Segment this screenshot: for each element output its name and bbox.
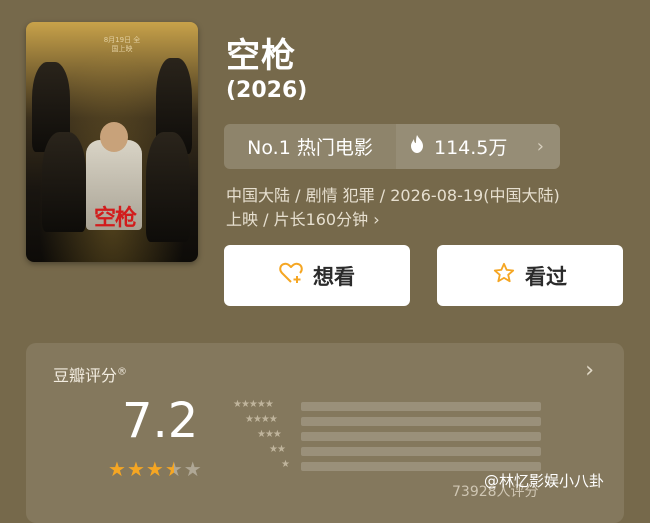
distribution-bar (301, 402, 541, 411)
rating-title-text: 豆瓣评分 (53, 366, 118, 385)
distribution-stars: ★★★★ (245, 414, 278, 425)
douban-rating-panel[interactable]: 豆瓣评分® › 7.2 ★ ★ ★ ★ ★ ★★★★★ ★★★★ ★★★ ★★ ★ 73928人… (26, 343, 624, 523)
star-icon: ★ (164, 457, 183, 481)
meta-line: 中国大陆 / 剧情 犯罪 / 2026-08-19(中国大陆) (226, 186, 560, 205)
star-outline-icon (493, 262, 515, 289)
movie-title: 空枪 (226, 36, 296, 76)
distribution-bar (301, 432, 541, 441)
rank-label: No.1 热门电影 (247, 137, 373, 159)
watched-button[interactable]: 看过 (437, 245, 623, 306)
chevron-right-icon: › (536, 136, 544, 157)
poster-figure (146, 132, 190, 242)
star-icon: ★ (145, 457, 164, 481)
star-icon: ★ (126, 457, 145, 481)
want-label: 想看 (313, 264, 355, 289)
distribution-stars: ★★★★★ (233, 399, 274, 410)
chevron-right-icon: › (373, 210, 380, 229)
distribution-stars: ★★ (269, 444, 286, 455)
rating-stars: ★ ★ ★ ★ ★ (108, 459, 202, 479)
star-icon: ★ (108, 457, 126, 481)
watermark: @林忆影娱小八卦 (484, 472, 605, 490)
star-icon: ★ (183, 457, 202, 481)
poster-figure (42, 132, 86, 232)
ranking-bar[interactable]: No.1 热门电影 114.5万 › (224, 124, 560, 169)
heat-section[interactable]: 114.5万 › (396, 124, 560, 169)
distribution-bar (301, 417, 541, 426)
poster-title: 空枪 (93, 205, 137, 231)
flame-icon (410, 135, 424, 158)
heart-plus-icon (279, 262, 303, 289)
meta-line-text: 上映 / 片长160分钟 (226, 210, 369, 229)
seen-label: 看过 (525, 264, 567, 289)
distribution-stars: ★★★ (257, 429, 282, 440)
poster-date: 8月19日 全国上映 (103, 36, 141, 53)
movie-year: (2026) (226, 78, 308, 103)
chevron-right-icon[interactable]: › (585, 358, 594, 383)
registered-mark: ® (117, 366, 128, 378)
meta-line-2: 上映 / 片长160分钟 › (226, 208, 626, 232)
poster-figure (100, 122, 128, 152)
want-to-watch-button[interactable]: 想看 (224, 245, 410, 306)
movie-poster[interactable]: 8月19日 全国上映 空枪 (26, 22, 198, 262)
heat-value: 114.5万 (434, 137, 508, 159)
rating-title: 豆瓣评分® (53, 362, 127, 386)
rating-score: 7.2 (122, 393, 199, 449)
distribution-stars: ★ (281, 459, 290, 470)
movie-meta[interactable]: 中国大陆 / 剧情 犯罪 / 2026-08-19(中国大陆) 上映 / 片长1… (226, 184, 626, 232)
distribution-bar (301, 447, 541, 456)
